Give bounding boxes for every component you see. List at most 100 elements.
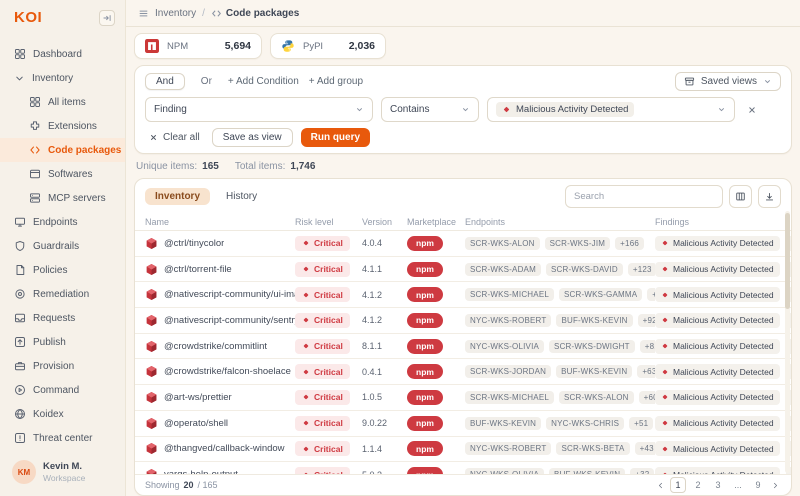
sidebar-item-inventory[interactable]: Inventory <box>0 66 125 90</box>
column-header-risk-level[interactable]: Risk level <box>295 217 362 227</box>
version-cell: 8.1.1 <box>362 341 407 351</box>
tab-inventory[interactable]: Inventory <box>145 188 210 205</box>
table-row[interactable]: @crowdstrike/falcon-shoelaceCritical0.4.… <box>135 359 791 385</box>
sidebar-item-softwares[interactable]: Softwares <box>0 162 125 186</box>
stat-card-pypi[interactable]: PyPI 2,036 <box>270 33 386 59</box>
sidebar-item-remediation[interactable]: Remediation <box>0 282 125 306</box>
sidebar-item-threat-center[interactable]: Threat center <box>0 426 125 450</box>
saved-views-button[interactable]: Saved views <box>675 72 781 91</box>
value-select[interactable]: Malicious Activity Detected <box>487 97 735 122</box>
table-row[interactable]: @operato/shellCritical9.0.22npmBUF-WKS-K… <box>135 411 791 437</box>
column-header-findings[interactable]: Findings <box>655 217 792 227</box>
previous-page-button[interactable] <box>655 481 666 490</box>
sidebar-item-guardrails[interactable]: Guardrails <box>0 234 125 258</box>
sidebar-item-provision[interactable]: Provision <box>0 354 125 378</box>
endpoint-more-pill[interactable]: +43 <box>635 442 655 455</box>
showing-total: / 165 <box>198 480 218 490</box>
user-card[interactable]: KM Kevin M. Workspace <box>0 450 125 496</box>
logic-and-button[interactable]: And <box>145 73 185 90</box>
marketplace-pill: npm <box>407 441 443 456</box>
column-header-endpoints[interactable]: Endpoints <box>465 217 655 227</box>
risk-badge: Critical <box>295 467 350 474</box>
alert-icon <box>14 432 26 444</box>
endpoint-more-pill[interactable]: +123 <box>628 263 655 276</box>
operator-select[interactable]: Contains <box>381 97 479 122</box>
column-header-marketplace[interactable]: Marketplace <box>407 217 465 227</box>
monitor-icon <box>14 216 26 228</box>
add-condition-link[interactable]: + Add Condition <box>228 76 299 87</box>
field-select[interactable]: Finding <box>145 97 373 122</box>
endpoint-pill: SCR-WKS-JIM <box>545 237 611 250</box>
table-row[interactable]: @ctrl/torrent-fileCritical4.1.1npmSCR-WK… <box>135 257 791 283</box>
sidebar-item-dashboard[interactable]: Dashboard <box>0 42 125 66</box>
sidebar-item-koidex[interactable]: Koidex <box>0 402 125 426</box>
sidebar-item-policies[interactable]: Policies <box>0 258 125 282</box>
endpoint-more-pill[interactable]: +63 <box>637 365 655 378</box>
tab-history[interactable]: History <box>216 188 267 205</box>
table-row[interactable]: @nativescript-community/sentryCritical4.… <box>135 308 791 334</box>
endpoint-more-pill[interactable]: +60 <box>639 391 655 404</box>
sidebar-item-requests[interactable]: Requests <box>0 306 125 330</box>
sidebar-item-endpoints[interactable]: Endpoints <box>0 210 125 234</box>
risk-cell: Critical <box>295 313 362 328</box>
filter-builder: And Or + Add Condition + Add group Saved… <box>134 65 792 154</box>
endpoints-cell: SCR-WKS-MICHAELSCR-WKS-ALON+60 <box>465 391 655 404</box>
search-input[interactable] <box>565 185 723 208</box>
sidebar-nav: DashboardInventoryAll itemsExtensionsCod… <box>0 42 125 450</box>
table-row[interactable]: @crowdstrike/commitlintCritical8.1.1npmN… <box>135 334 791 360</box>
sidebar-item-all-items[interactable]: All items <box>0 90 125 114</box>
inventory-table-card: Inventory History NameRisk levelVersionM… <box>134 178 792 496</box>
endpoint-more-pill[interactable]: +81 <box>640 340 655 353</box>
risk-cell: Critical <box>295 441 362 456</box>
sidebar-item-publish[interactable]: Publish <box>0 330 125 354</box>
page-button-2[interactable]: 2 <box>690 477 706 493</box>
endpoint-pill: NYC-WKS-ROBERT <box>465 314 551 327</box>
save-as-view-button[interactable]: Save as view <box>212 128 293 147</box>
sidebar-item-code-packages[interactable]: Code packages <box>0 138 125 162</box>
page-ellipsis[interactable]: ... <box>730 477 746 493</box>
download-button[interactable] <box>758 185 781 208</box>
diamond-icon <box>302 265 310 273</box>
endpoint-more-pill[interactable]: +92 <box>638 314 655 327</box>
logic-or-button[interactable]: Or <box>195 74 218 89</box>
brand-logo: KOI <box>14 9 42 26</box>
add-group-link[interactable]: + Add group <box>309 76 363 87</box>
page-button-3[interactable]: 3 <box>710 477 726 493</box>
diamond-icon <box>661 368 669 376</box>
diamond-icon <box>502 105 511 114</box>
stat-card-npm[interactable]: NPM 5,694 <box>134 33 262 59</box>
clear-all-button[interactable]: Clear all <box>145 129 204 146</box>
endpoint-more-pill[interactable]: +166 <box>615 237 644 250</box>
scrollbar-thumb[interactable] <box>785 213 790 309</box>
sidebar-item-mcp-servers[interactable]: MCP servers <box>0 186 125 210</box>
next-page-button[interactable] <box>770 481 781 490</box>
risk-cell: Critical <box>295 236 362 251</box>
endpoint-more-pill[interactable]: +97 <box>647 288 655 301</box>
sidebar-collapse-button[interactable] <box>99 10 115 26</box>
breadcrumb-section[interactable]: Inventory <box>155 8 196 19</box>
command-icon <box>14 384 26 396</box>
marketplace-cell: npm <box>407 236 465 251</box>
run-query-button[interactable]: Run query <box>301 128 370 147</box>
download-icon <box>764 191 775 202</box>
showing-label: Showing <box>145 480 180 490</box>
endpoint-more-pill[interactable]: +51 <box>629 417 653 430</box>
table-row[interactable]: @art-ws/prettierCritical1.0.5npmSCR-WKS-… <box>135 385 791 411</box>
table-row[interactable]: @thangved/callback-windowCritical1.1.4np… <box>135 437 791 463</box>
endpoint-pill: BUF-WKS-KEVIN <box>556 314 632 327</box>
page-button-1[interactable]: 1 <box>670 477 686 493</box>
remove-condition-button[interactable] <box>743 101 761 119</box>
columns-button[interactable] <box>729 185 752 208</box>
table-row[interactable]: @nativescript-community/ui-imageCritical… <box>135 282 791 308</box>
puzzle-icon <box>29 120 41 132</box>
menu-icon[interactable] <box>138 8 149 19</box>
risk-badge: Critical <box>295 339 350 354</box>
column-header-version[interactable]: Version <box>362 217 407 227</box>
page-button-9[interactable]: 9 <box>750 477 766 493</box>
sidebar-item-command[interactable]: Command <box>0 378 125 402</box>
table-row[interactable]: @ctrl/tinycolorCritical4.0.4npmSCR-WKS-A… <box>135 231 791 257</box>
target-icon <box>14 288 26 300</box>
sidebar-item-extensions[interactable]: Extensions <box>0 114 125 138</box>
table-row[interactable]: yargs-help-outputCritical5.0.3npmNYC-WKS… <box>135 462 791 474</box>
column-header-name[interactable]: Name <box>145 217 295 227</box>
